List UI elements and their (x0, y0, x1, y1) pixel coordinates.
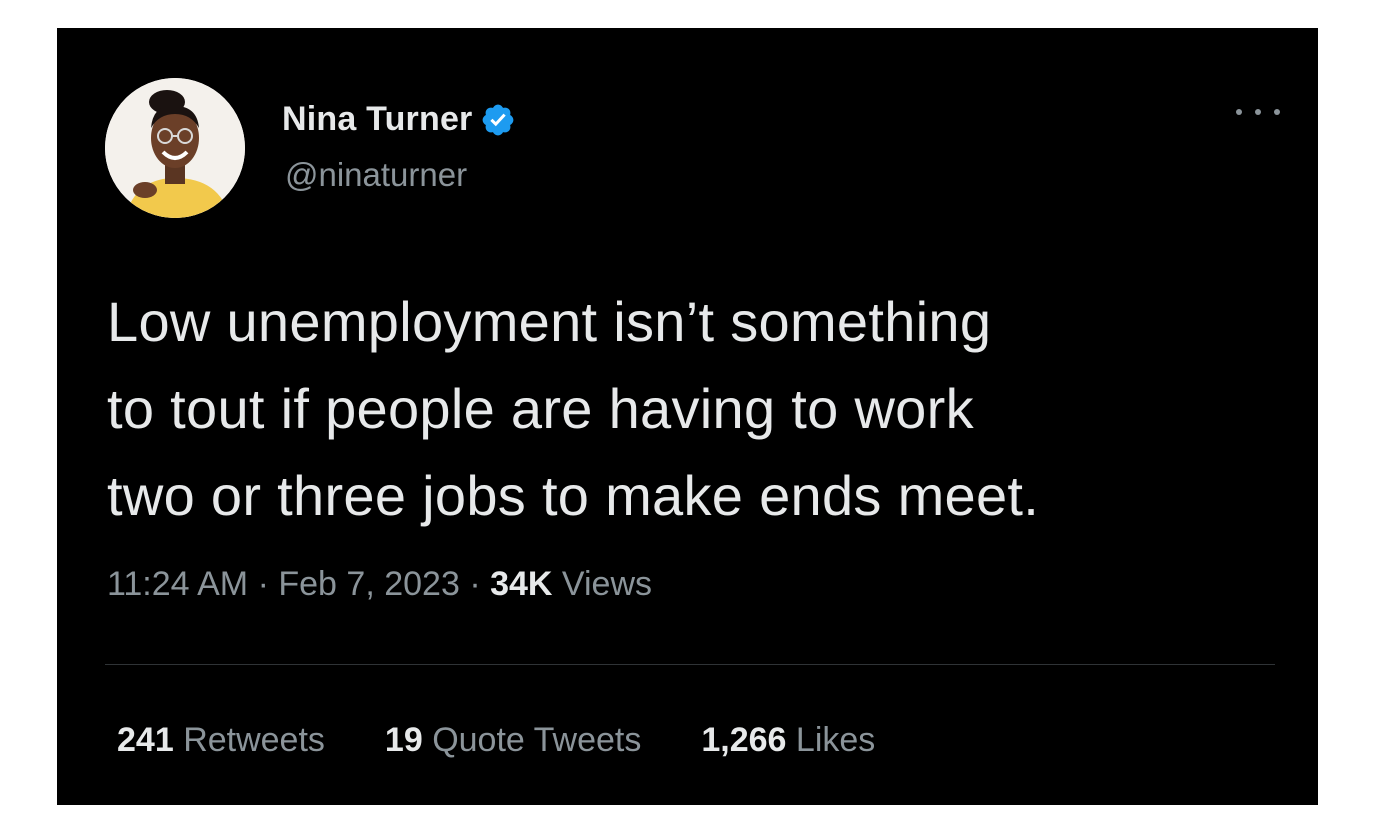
author-display-name[interactable]: Nina Turner (282, 100, 472, 139)
more-dot (1255, 109, 1261, 115)
views-label: Views (561, 565, 653, 603)
tweet-text-line: to tout if people are having to work (107, 377, 974, 440)
more-dot (1236, 109, 1242, 115)
quote-tweets-stat[interactable]: 19 Quote Tweets (385, 721, 641, 760)
more-options-icon[interactable] (1236, 104, 1280, 120)
author-avatar[interactable] (105, 78, 245, 218)
views-count: 34K (490, 565, 553, 603)
quote-tweets-label: Quote Tweets (432, 721, 642, 759)
tweet-card: Nina Turner @ninaturner Low unemployment… (57, 28, 1318, 805)
separator-dot: · (469, 565, 481, 603)
verified-badge-icon (480, 102, 516, 138)
likes-count: 1,266 (701, 721, 787, 759)
author-name-row[interactable]: Nina Turner (282, 100, 516, 139)
tweet-metadata: 11:24 AM · Feb 7, 2023 · 34K Views (107, 565, 652, 604)
tweet-text-line: two or three jobs to make ends meet. (107, 464, 1040, 527)
quote-tweets-count: 19 (384, 721, 423, 759)
separator-dot: · (257, 565, 269, 603)
author-handle[interactable]: @ninaturner (285, 156, 467, 194)
tweet-time[interactable]: 11:24 AM (107, 565, 248, 603)
tweet-text-line: Low unemployment isn’t something (107, 290, 992, 353)
avatar-image (105, 78, 245, 218)
tweet-date[interactable]: Feb 7, 2023 (278, 565, 459, 603)
likes-stat[interactable]: 1,266 Likes (701, 721, 875, 760)
retweets-label: Retweets (183, 721, 325, 759)
divider (105, 664, 1275, 665)
more-dot (1274, 109, 1280, 115)
engagement-stats: 241 Retweets 19 Quote Tweets 1,266 Likes (117, 721, 935, 760)
tweet-text: Low unemployment isn’t something to tout… (107, 278, 1267, 539)
retweets-stat[interactable]: 241 Retweets (117, 721, 325, 760)
likes-label: Likes (795, 721, 876, 759)
retweets-count: 241 (117, 721, 174, 759)
